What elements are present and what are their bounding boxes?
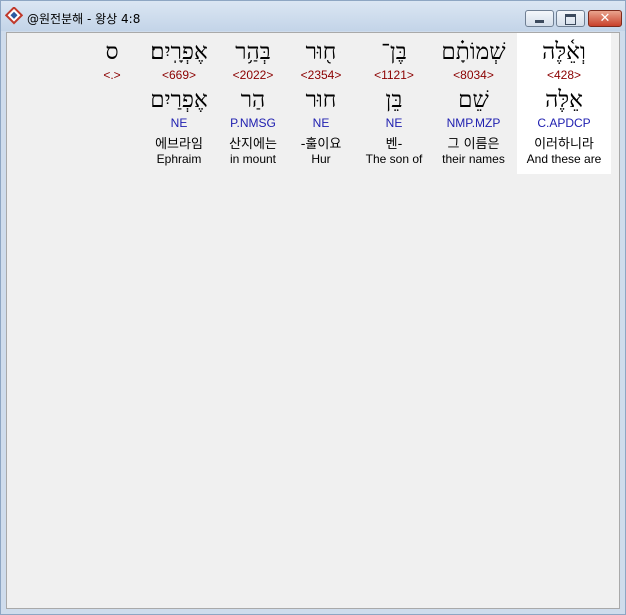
korean-gloss: 벤- xyxy=(385,137,403,152)
lemma: בֵּן xyxy=(385,87,403,113)
hebrew-word: בֶּן־ xyxy=(381,39,407,65)
hebrew-word: וְאֵ֫לֶּה xyxy=(542,39,586,65)
korean-gloss: 이러하니라 xyxy=(534,137,594,152)
lemma: אֶפְרַיִם xyxy=(150,87,208,113)
parsing-code: C.APDCP xyxy=(537,116,591,130)
word-column[interactable]: שְׁמוֹתָ֗ם <8034> שֵׁם NMP.MZP 그 이름은 the… xyxy=(435,33,512,174)
close-button[interactable]: ✕ xyxy=(588,10,622,27)
lemma: אֵלֶּה xyxy=(545,87,583,113)
parsing-code: NE xyxy=(170,116,188,130)
strong-number[interactable]: <669> xyxy=(140,68,218,82)
english-gloss: The son of xyxy=(365,152,423,166)
english-gloss: their names xyxy=(442,152,505,166)
strong-number[interactable]: <2022> xyxy=(218,68,288,82)
hebrew-word: ס xyxy=(105,39,119,65)
word-column[interactable]: בְּהַ֥ר <2022> הַר P.NMSG 산지에는 in mount xyxy=(218,33,288,174)
english-gloss: Ephraim xyxy=(156,152,202,166)
hebrew-word: אֶפְרָֽיִם׃ xyxy=(150,39,208,65)
strong-number[interactable]: <.> xyxy=(87,68,137,82)
maximize-button[interactable] xyxy=(556,10,585,27)
english-gloss: in mount xyxy=(229,152,277,166)
english-gloss: Hur xyxy=(311,152,331,166)
lemma: חוּר xyxy=(305,87,337,113)
strong-number[interactable]: <2354> xyxy=(288,68,354,82)
parsing-code: P.NMSG xyxy=(230,116,276,130)
parsing-code: NE xyxy=(312,116,330,130)
word-column[interactable]: אֶפְרָֽיִם׃ <669> אֶפְרַיִם NE 에브라임 Ephr… xyxy=(140,33,218,174)
word-column[interactable]: וְאֵ֫לֶּה <428> אֵלֶּה C.APDCP 이러하니라 And… xyxy=(517,33,611,174)
interlinear-panel[interactable]: וְאֵ֫לֶּה <428> אֵלֶּה C.APDCP 이러하니라 And… xyxy=(6,32,620,609)
strong-number[interactable]: <428> xyxy=(517,68,611,82)
app-icon[interactable] xyxy=(5,7,23,25)
word-column[interactable]: ח֖וּר <2354> חוּר NE -훌이요 Hur xyxy=(288,33,354,174)
parsing-code: NMP.MZP xyxy=(446,116,501,130)
english-gloss: And these are xyxy=(526,152,602,166)
korean-gloss: 그 이름은 xyxy=(447,137,500,152)
hebrew-word: ח֖וּר xyxy=(305,39,337,65)
korean-gloss: -훌이요 xyxy=(300,137,342,152)
lemma: הַר xyxy=(240,87,266,113)
strong-number[interactable]: <1121> xyxy=(358,68,430,82)
minimize-button[interactable] xyxy=(525,10,554,27)
word-column[interactable]: ס <.> xyxy=(87,33,137,174)
hebrew-word: שְׁמוֹתָ֗ם xyxy=(441,39,506,65)
hebrew-word: בְּהַ֥ר xyxy=(235,39,271,65)
title-bar[interactable]: @원전분해 - 왕상 4:8 ✕ xyxy=(1,1,625,31)
korean-gloss: 산지에는 xyxy=(229,137,277,152)
parsing-code: NE xyxy=(385,116,403,130)
lemma: שֵׁם xyxy=(458,87,489,113)
korean-gloss: 에브라임 xyxy=(155,137,203,152)
close-icon: ✕ xyxy=(599,11,611,26)
window-title: @원전분해 - 왕상 4:8 xyxy=(27,12,141,26)
word-column[interactable]: בֶּן־ <1121> בֵּן NE 벤- The son of xyxy=(358,33,430,174)
app-window: @원전분해 - 왕상 4:8 ✕ וְאֵ֫לֶּה <428> אֵלֶּה … xyxy=(0,0,626,615)
strong-number[interactable]: <8034> xyxy=(435,68,512,82)
